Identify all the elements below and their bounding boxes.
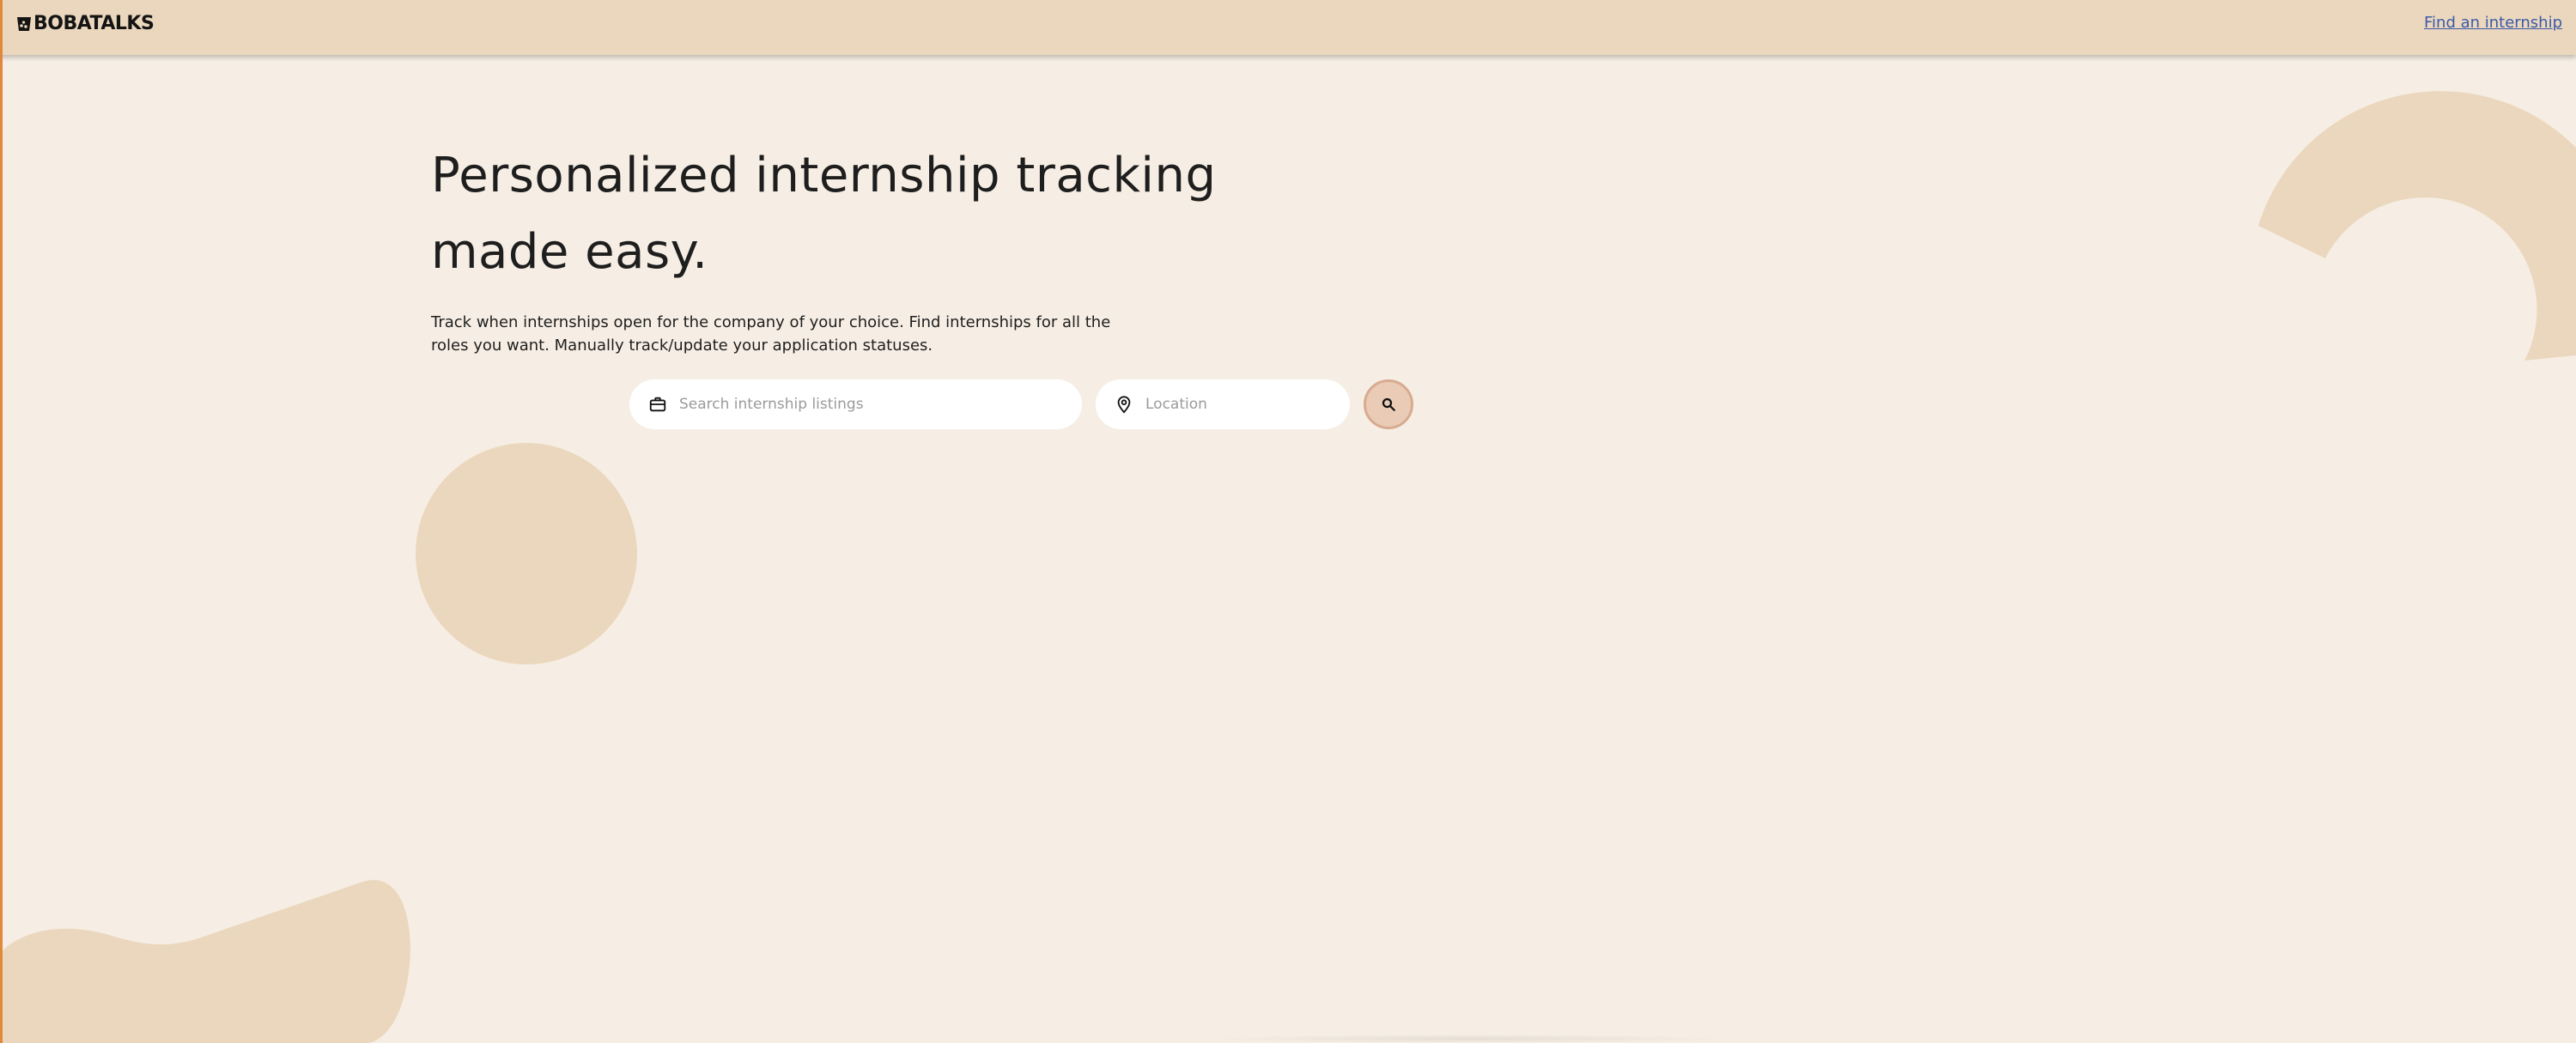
decorative-blob-shape xyxy=(0,880,410,1043)
search-input[interactable] xyxy=(679,387,1082,421)
logo-text: BOBATALKS xyxy=(33,13,155,34)
hero-title: Personalized internship tracking made ea… xyxy=(431,148,1217,280)
hero-description: Track when internships open for the comp… xyxy=(431,313,1111,355)
find-internship-link[interactable]: Find an internship xyxy=(2424,14,2562,32)
location-field[interactable] xyxy=(1096,379,1350,429)
search-button[interactable] xyxy=(1364,379,1413,429)
location-input[interactable] xyxy=(1145,387,1350,421)
search-bar xyxy=(629,379,1413,429)
briefcase-icon xyxy=(647,393,669,415)
bottom-shadow xyxy=(1202,1034,1735,1043)
location-pin-icon xyxy=(1113,393,1135,415)
boba-cup-icon xyxy=(15,15,33,33)
decorative-circle-shape xyxy=(416,443,637,664)
top-navbar: BOBATALKS Find an internship xyxy=(0,0,2576,55)
search-icon xyxy=(1381,397,1396,412)
left-edge-accent xyxy=(0,0,3,1043)
keyword-search-field[interactable] xyxy=(629,379,1082,429)
logo[interactable]: BOBATALKS xyxy=(15,12,155,36)
hero-section: Personalized internship tracking made ea… xyxy=(431,137,1376,357)
decorative-arc-shape xyxy=(2258,91,2576,361)
